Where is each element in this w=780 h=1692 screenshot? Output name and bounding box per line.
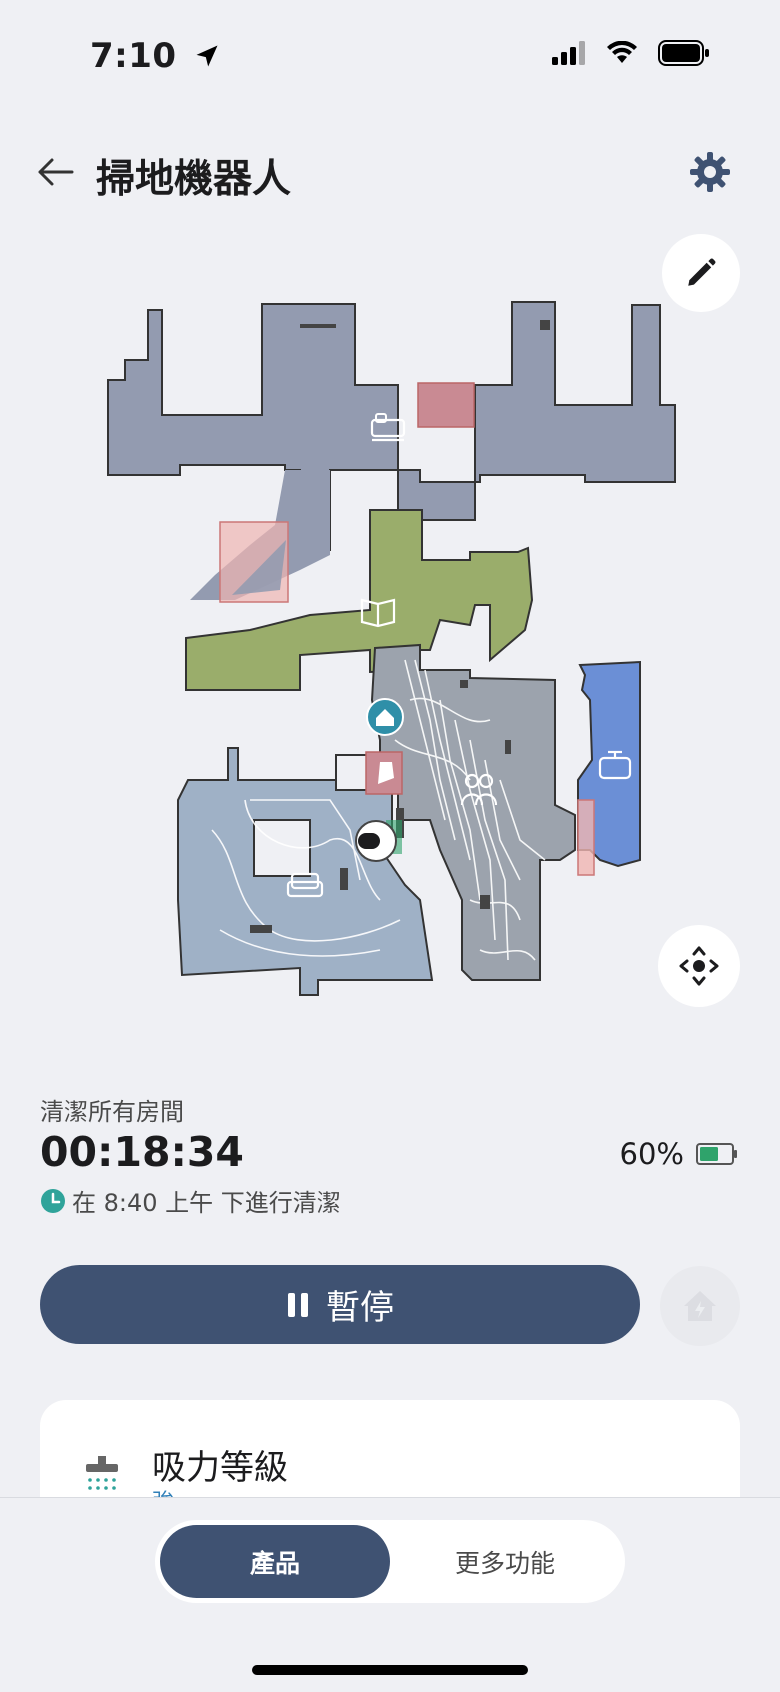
task-label: 清潔所有房間	[40, 1098, 184, 1126]
battery-percent: 60%	[619, 1137, 684, 1171]
suction-title: 吸力等級	[152, 1448, 288, 1488]
return-to-dock-button[interactable]	[660, 1266, 740, 1346]
move-robot-icon	[679, 946, 719, 986]
no-go-zone[interactable]	[577, 799, 595, 876]
wifi-icon	[607, 41, 637, 63]
location-arrow-icon	[196, 45, 218, 67]
battery-status: 60%	[620, 1137, 738, 1171]
status-time: 7:10	[90, 36, 221, 76]
battery-icon	[658, 40, 709, 66]
clock-icon	[41, 1188, 65, 1213]
signal-icon	[552, 41, 585, 65]
pencil-icon	[688, 258, 716, 286]
elapsed-time: 00:18:34	[40, 1128, 244, 1176]
status-icons	[552, 40, 710, 66]
robot-battery-icon	[696, 1143, 737, 1165]
pause-icon	[288, 1292, 308, 1317]
status-time-text: 7:10	[90, 36, 177, 76]
pause-label: 暫停	[326, 1288, 394, 1328]
tab-more-features[interactable]: 更多功能	[390, 1525, 620, 1598]
schedule-text: 在 8:40 上午 下進行清潔	[72, 1189, 341, 1217]
home-indicator	[252, 1665, 528, 1675]
no-go-zone[interactable]	[417, 382, 475, 428]
back-button[interactable]	[34, 150, 78, 194]
cleaning-map[interactable]	[100, 275, 680, 1005]
suction-icon	[84, 1456, 124, 1500]
pause-button[interactable]: 暫停	[40, 1265, 640, 1344]
locate-robot-button[interactable]	[658, 925, 740, 1007]
settings-button[interactable]	[688, 150, 732, 194]
robot-position[interactable]	[355, 820, 402, 862]
home-charge-icon	[684, 1291, 716, 1321]
schedule-info: 在 8:40 上午 下進行清潔	[40, 1183, 341, 1218]
home-dock-icon[interactable]	[366, 698, 404, 736]
battery-fill	[700, 1147, 718, 1161]
page-title: 掃地機器人	[96, 157, 292, 202]
gear-icon	[690, 152, 730, 192]
back-arrow-icon	[38, 158, 74, 186]
tab-product[interactable]: 產品	[160, 1525, 390, 1598]
